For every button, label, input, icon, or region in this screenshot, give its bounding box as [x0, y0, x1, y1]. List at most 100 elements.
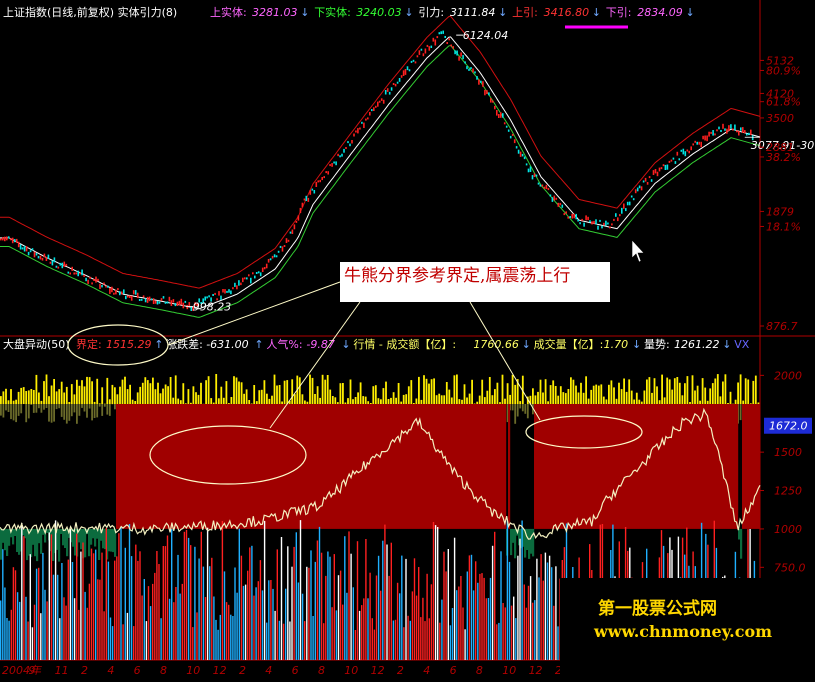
volume-bar-up — [114, 387, 116, 404]
volume-bar-up — [197, 394, 200, 404]
bull-zone-bar — [356, 404, 359, 529]
volume-bar-up — [349, 379, 352, 404]
turnover-spike — [373, 629, 376, 660]
volume-bar-up — [271, 395, 273, 404]
candle — [140, 298, 143, 301]
bull-zone-bar — [576, 404, 579, 529]
volume-bar-down — [40, 404, 43, 413]
turnover-spike — [14, 570, 17, 660]
candle — [716, 129, 718, 132]
candle — [323, 176, 325, 179]
volume-bar-up — [534, 395, 537, 404]
candle — [123, 289, 125, 294]
turnover-spike — [54, 520, 57, 660]
turnover-spike — [25, 596, 27, 660]
candle — [593, 220, 595, 224]
candle — [39, 255, 42, 260]
right-axis-top-label: 3500 — [766, 112, 794, 125]
bull-zone-bar — [180, 404, 183, 529]
bull-zone-bar — [202, 404, 205, 529]
turnover-spike — [238, 528, 240, 660]
header-bottom-arrow: ↓ — [722, 338, 731, 351]
turnover-spike — [19, 601, 21, 660]
candle — [599, 219, 601, 222]
candle — [682, 148, 685, 155]
turnover-spike — [4, 587, 6, 660]
bull-zone-bar — [752, 404, 755, 529]
turnover-spike — [10, 609, 12, 660]
volume-bar-up — [380, 399, 382, 404]
bull-zone-bar — [242, 404, 245, 529]
candle — [275, 255, 278, 258]
turnover-spike — [316, 540, 319, 660]
volume-bar-up — [699, 400, 701, 404]
volume-bar-up — [210, 398, 213, 404]
volume-bar-up — [504, 398, 506, 404]
bull-zone-bar — [264, 404, 267, 529]
candle — [625, 208, 627, 212]
turnover-spike — [33, 604, 36, 660]
turnover-spike — [325, 575, 327, 660]
volume-bar-up — [230, 397, 233, 404]
candle — [428, 46, 431, 51]
bull-zone-bar — [742, 404, 745, 529]
candle — [482, 81, 484, 87]
bull-zone-bar — [256, 404, 259, 529]
volume-bar-up — [494, 389, 496, 404]
volume-bar-up — [681, 395, 684, 404]
bull-zone-bar — [608, 404, 611, 529]
turnover-spike — [434, 525, 437, 660]
turnover-spike — [460, 576, 462, 660]
candle — [49, 261, 52, 264]
candle — [132, 290, 135, 295]
candle — [623, 203, 625, 209]
bull-zone-bar — [704, 404, 707, 529]
bull-zone-bar — [130, 404, 133, 529]
header-top-label: 上引: — [512, 5, 538, 19]
bear-zone-bar — [0, 528, 3, 560]
turnover-spike — [430, 584, 433, 660]
turnover-spike — [348, 531, 350, 660]
turnover-spike — [120, 526, 122, 660]
volume-bar-up — [116, 394, 119, 404]
bull-zone-bar — [614, 404, 617, 529]
volume-bar-down — [10, 404, 12, 420]
right-axis-top-label: 876.7 — [766, 320, 798, 333]
bull-zone-bar — [398, 404, 401, 529]
turnover-spike — [206, 527, 209, 660]
candle — [130, 295, 133, 301]
bull-zone-bar — [196, 404, 199, 529]
volume-bar-up — [587, 398, 590, 404]
volume-bar-up — [88, 377, 91, 404]
candle — [234, 282, 236, 287]
turnover-spike — [133, 626, 135, 660]
bull-zone-bar — [624, 404, 627, 529]
x-axis-label: 8 — [160, 664, 167, 677]
bull-zone-bar — [542, 404, 545, 529]
volume-bar-up — [146, 380, 149, 404]
turnover-spike — [164, 546, 167, 660]
bear-zone-bar — [40, 528, 43, 554]
bull-zone-bar — [672, 404, 675, 529]
bull-zone-bar — [320, 404, 323, 529]
x-axis-label: 10 — [186, 664, 200, 677]
bull-zone-bar — [280, 404, 283, 529]
header-bottom-arrow: ↑ — [254, 338, 263, 351]
turnover-spike — [407, 615, 409, 660]
candle — [369, 112, 371, 116]
turnover-spike — [50, 534, 53, 660]
turnover-spike — [23, 536, 25, 660]
turnover-spike — [540, 554, 542, 660]
candle — [79, 272, 81, 275]
bull-zone-bar — [434, 404, 437, 529]
bull-zone-bar — [358, 404, 361, 529]
bull-zone-bar — [758, 404, 761, 529]
volume-bar-up — [742, 400, 745, 404]
volume-bar-up — [245, 389, 248, 404]
volume-bar-up — [580, 382, 582, 404]
candle — [660, 167, 663, 170]
volume-bar-up — [215, 374, 218, 404]
candle — [626, 201, 629, 206]
candle — [109, 287, 111, 294]
turnover-spike — [190, 545, 192, 660]
